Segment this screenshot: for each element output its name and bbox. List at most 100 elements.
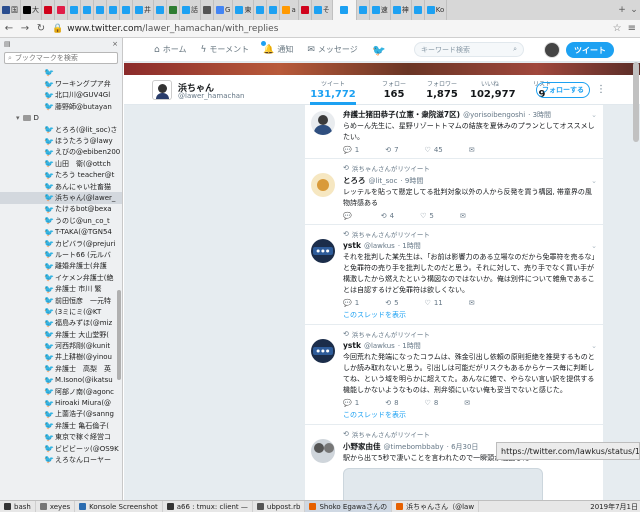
tab-list-icon[interactable]: ⌄ [628,5,640,15]
bookmark-item[interactable]: 🐦 たろう teacher@t [0,170,122,181]
tweet-time[interactable]: · 6月30日 [447,442,479,452]
browser-tab[interactable] [107,0,120,20]
tweet-author-name[interactable]: ystk [343,341,361,350]
tweet-author-handle[interactable]: @yoriso​ibengoshi [463,111,525,119]
tweet-author-handle[interactable]: @lit_soc [369,177,398,185]
bookmark-item[interactable]: 🐦 えろなんローヤー [0,454,122,465]
tweet-author-name[interactable]: 弁護士猪田恭子(立憲・衆院滋7区) [343,109,460,120]
retweet-button[interactable]: ⟲ 4 [381,212,394,220]
bookmark-item[interactable]: 🐦 井上耕樹(@yinou [0,352,122,363]
browser-tab[interactable]: 神 [391,0,412,20]
bookmark-item[interactable]: 🐦 T-TAKA(@TGN54 [0,226,122,237]
reload-icon[interactable]: ↻ [36,23,46,34]
profile-stat[interactable]: フォロー 165 [374,79,414,100]
chevron-down-icon[interactable]: ⌄ [591,177,597,185]
browser-tab[interactable]: 話 [180,0,201,20]
tweet-author-name[interactable]: とろろ [343,175,366,186]
menu-icon[interactable]: ≡ [628,23,636,34]
bookmark-item[interactable]: 🐦 弁護士 大山堂野( [0,329,122,340]
taskbar-item[interactable]: bash [0,501,36,512]
url-field[interactable]: 🔒 www.twitter.com/lawer_hamachan/with_re… [52,24,607,34]
browser-tab[interactable]: そ [312,0,333,20]
browser-tab[interactable] [81,0,94,20]
nav-home[interactable]: ⌂ ホーム [154,44,186,55]
bookmark-item[interactable]: 🐦 福島みずほ(@miz [0,318,122,329]
show-thread-link[interactable]: このスレッドを表示 [343,310,597,320]
browser-tab[interactable]: G [214,0,234,20]
twitter-search-input[interactable]: キーワード検索 ⌕ [414,42,524,57]
direct-message-button[interactable]: ✉ [469,146,475,154]
bookmark-item[interactable]: 🐦 たけるbot@bexa [0,204,122,215]
bookmark-item[interactable]: 🐦 阿部ノ南(@agonc [0,386,122,397]
tweet[interactable]: ⟲ 浜ちゃんさんがリツイート とろろ @lit_soc · 9時間 ⌄ レッテルを貼って懸定… [305,159,603,225]
profile-avatar[interactable] [152,80,172,100]
reply-button[interactable]: 💬 [343,212,355,220]
tweet-time[interactable]: · 1時間 [398,341,421,351]
new-tab-icon[interactable]: + [616,4,628,16]
bookmark-item[interactable]: 🐦 ほうたろう@lawy [0,135,122,146]
browser-tab[interactable]: 東 [233,0,255,20]
chevron-down-icon[interactable]: ⌄ [591,342,597,350]
back-icon[interactable]: ← [4,23,14,34]
like-button[interactable]: ♡ 45 [425,146,443,154]
bookmark-item[interactable]: 🐦 北口川@GUV4Gl [0,90,122,101]
tweet-time[interactable]: · 1時間 [398,241,421,251]
profile-stat[interactable]: ツイート 131,772 [310,79,356,105]
browser-tab[interactable] [55,0,68,20]
direct-message-button[interactable]: ✉ [464,399,470,407]
browser-tab[interactable] [254,0,268,20]
retweet-button[interactable]: ⟲ 7 [385,146,398,154]
reply-button[interactable]: 💬 1 [343,146,359,154]
bookmark-item[interactable]: 🐦 あんにゃい社畜猫 [0,181,122,192]
bookmark-item[interactable]: 🐦 弁護士 高梨 英 [0,363,122,374]
browser-tab[interactable] [154,0,167,20]
show-thread-link[interactable]: このスレッドを表示 [343,410,597,420]
bookmark-item[interactable]: 🐦 東京で稼ぐ経営コ [0,432,122,443]
bookmark-item[interactable]: 🐦 (3ミにミ(@KT [0,306,122,317]
bookmark-item[interactable]: 🐦 上薗浩子(@sanng [0,409,122,420]
bookmark-item[interactable]: 🐦 離婚弁護士(弁護 [0,261,122,272]
bookmark-item[interactable]: 🐦 カピバラ(@prejuri [0,238,122,249]
bookmark-folder[interactable]: ▾ D [0,113,122,124]
tweet-author-handle[interactable]: @timebombbaby [384,443,444,451]
tweet[interactable]: ⟲ 浜ちゃんさんがリツイート ● ● ● ystk @lawkus · 1時間 ⌄ 今回荒れた… [305,325,603,425]
direct-message-button[interactable]: ✉ [469,299,475,307]
bookmark-item[interactable]: 🐦 藤野師@butayan [0,101,122,112]
forward-icon[interactable]: → [20,23,30,34]
browser-tab[interactable] [120,0,133,20]
bookmark-item[interactable]: 🐦 ビビビーッ(@OS9K [0,443,122,454]
chevron-down-icon[interactable]: ⌄ [591,111,597,119]
tweet[interactable]: 弁護士猪田恭子(立憲・衆院滋7区) @yoriso​ibengoshi · 3時間 ⌄… [305,105,603,159]
direct-message-button[interactable]: ✉ [460,212,466,220]
bookmark-search-box[interactable]: ⌕ [4,52,118,64]
bookmark-item[interactable]: 🐦 浜ちゃん(@lawer_ [0,192,122,204]
browser-tab[interactable] [94,0,107,20]
browser-tab[interactable] [201,0,214,20]
browser-tab[interactable] [267,0,281,20]
reply-button[interactable]: 💬 1 [343,299,359,307]
retweet-button[interactable]: ⟲ 8 [385,399,398,407]
tweet[interactable]: ⟲浜ちゃんさんがリツイート小野家由佳@timebombbaby· 6月30日⌄駅… [305,425,603,500]
tweet-media[interactable] [343,468,543,500]
taskbar-item[interactable]: 浜ちゃんさん（@law [392,501,480,512]
bookmark-item[interactable]: 🐦 弁護士 市川 繁 [0,283,122,294]
bookmark-item[interactable]: 🐦 うのじ@un_co_t [0,215,122,226]
taskbar-item[interactable]: xeyes [36,501,76,512]
retweet-button[interactable]: ⟲ 5 [385,299,398,307]
like-button[interactable]: ♡ 5 [420,212,434,220]
taskbar-item[interactable]: a66 : tmux: client — [163,501,253,512]
tweet-time[interactable]: · 9時間 [400,176,423,186]
twitter-bird-icon[interactable]: 🐦 [372,44,386,57]
taskbar-item[interactable]: Konsole Screenshot [75,501,163,512]
bookmark-item[interactable]: 🐦 えびの@ebiben200 [0,147,122,158]
bookmark-item[interactable]: 🐦 Hiroaki Miura(@ [0,397,122,408]
bookmark-item[interactable]: 🐦 河西邦剛(@kunit [0,340,122,351]
nav-moments[interactable]: ϟ モーメント [200,44,249,55]
tweet[interactable]: ⟲ 浜ちゃんさんがリツイート ● ● ● ystk @lawkus · 1時間 ⌄ それを批判… [305,225,603,325]
chevron-down-icon[interactable]: ⌄ [591,242,597,250]
tweet-avatar[interactable] [311,439,335,463]
bookmark-star-icon[interactable]: ☆ [613,23,622,34]
browser-tab[interactable]: 井 [133,0,154,20]
tweet-time[interactable]: · 3時間 [528,110,551,120]
sidebar-close-icon[interactable]: × [112,40,118,48]
